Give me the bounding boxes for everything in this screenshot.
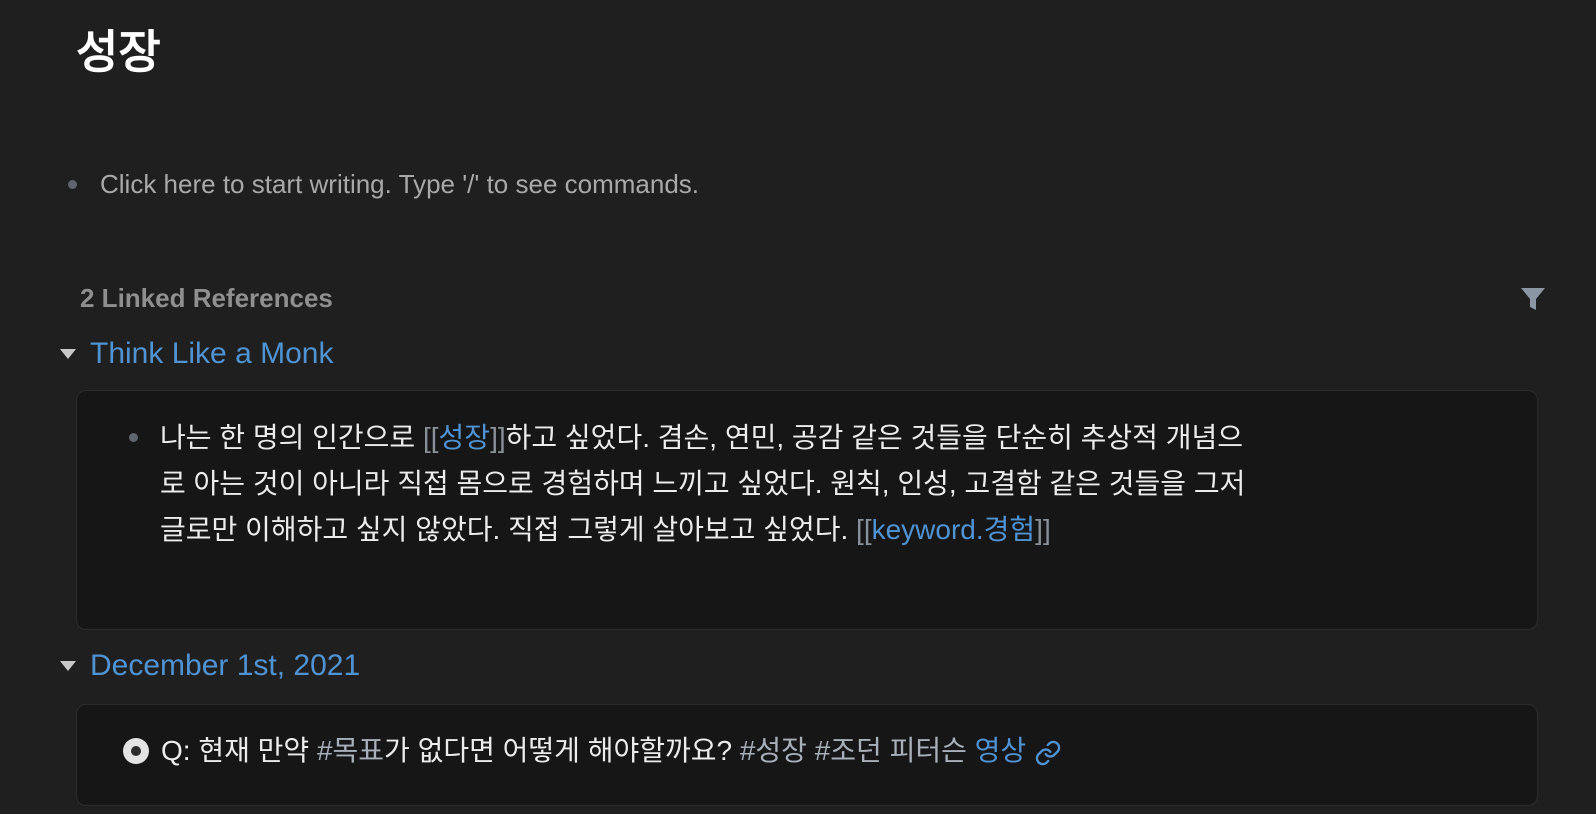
page-link[interactable]: 성장 bbox=[439, 422, 491, 453]
page-title: 성장 bbox=[76, 26, 161, 78]
linked-references-header: 2 Linked References bbox=[80, 283, 333, 313]
collapse-caret-icon[interactable] bbox=[60, 349, 76, 359]
todo-status-icon[interactable] bbox=[123, 738, 149, 764]
bracket-close: ]] bbox=[490, 422, 506, 453]
block-text[interactable]: Q: 현재 만약 #목표가 없다면 어떻게 해야할까요? #성장 #조던 피터슨… bbox=[161, 731, 1062, 771]
ref-group-header: December 1st, 2021 bbox=[60, 646, 360, 686]
external-link[interactable]: 영상 bbox=[975, 735, 1027, 766]
block-bullet[interactable] bbox=[129, 433, 138, 442]
filter-icon[interactable] bbox=[1518, 284, 1548, 314]
text-segment: 가 없다면 어떻게 해야할까요? bbox=[384, 735, 740, 766]
text-segment: 나는 한 명의 인간으로 bbox=[160, 422, 423, 453]
reference-card: 나는 한 명의 인간으로 [[성장]]하고 싶었다. 겸손, 연민, 공감 같은… bbox=[76, 390, 1538, 630]
tag-link[interactable]: #조던 피터슨 bbox=[815, 735, 967, 766]
empty-block[interactable]: Click here to start writing. Type '/' to… bbox=[68, 168, 699, 200]
link-icon[interactable] bbox=[1034, 739, 1062, 767]
ref-group-header: Think Like a Monk bbox=[60, 334, 333, 374]
bracket-open: [[ bbox=[856, 514, 872, 545]
page-link[interactable]: keyword.경험 bbox=[872, 514, 1036, 545]
block-text[interactable]: 나는 한 명의 인간으로 [[성장]]하고 싶었다. 겸손, 연민, 공감 같은… bbox=[160, 415, 1260, 553]
reference-block[interactable]: 나는 한 명의 인간으로 [[성장]]하고 싶었다. 겸손, 연민, 공감 같은… bbox=[129, 415, 1329, 553]
page: 성장 Click here to start writing. Type '/'… bbox=[0, 0, 1596, 814]
tag-link[interactable]: #성장 bbox=[740, 735, 807, 766]
text-segment: Q: 현재 만약 bbox=[161, 735, 317, 766]
tag-link[interactable]: #목표 bbox=[317, 735, 384, 766]
placeholder-text[interactable]: Click here to start writing. Type '/' to… bbox=[100, 168, 699, 200]
reference-card: Q: 현재 만약 #목표가 없다면 어떻게 해야할까요? #성장 #조던 피터슨… bbox=[76, 704, 1538, 806]
ref-page-link[interactable]: December 1st, 2021 bbox=[90, 646, 360, 686]
bracket-open: [[ bbox=[422, 422, 439, 453]
block-bullet[interactable] bbox=[68, 179, 77, 189]
collapse-caret-icon[interactable] bbox=[60, 661, 76, 671]
bracket-close: ]] bbox=[1035, 514, 1051, 545]
ref-page-link[interactable]: Think Like a Monk bbox=[90, 334, 333, 374]
reference-block[interactable]: Q: 현재 만약 #목표가 없다면 어떻게 해야할까요? #성장 #조던 피터슨… bbox=[123, 731, 1062, 771]
